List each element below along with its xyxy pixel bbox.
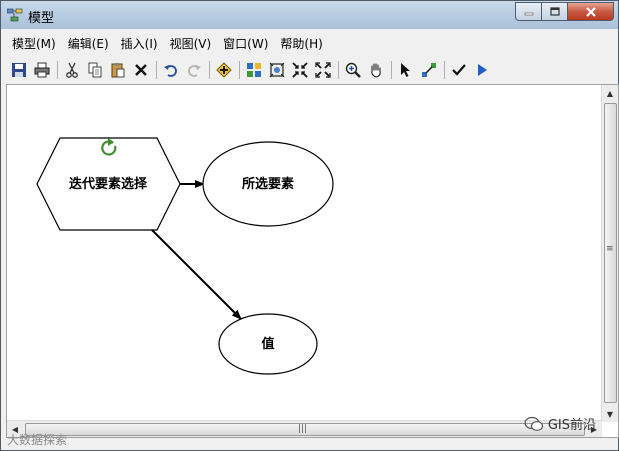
zoom-in-fixed-icon	[292, 62, 308, 78]
run-icon	[478, 64, 487, 76]
value-node[interactable]: 值	[218, 313, 318, 375]
print-button[interactable]	[32, 60, 52, 80]
add-data-button[interactable]	[214, 60, 234, 80]
save-icon	[12, 63, 26, 77]
validate-button[interactable]	[449, 60, 469, 80]
title-bar[interactable]: 模型	[1, 1, 618, 29]
close-button[interactable]	[568, 2, 614, 21]
add-data-icon	[216, 62, 232, 78]
wechat-icon	[524, 416, 543, 431]
vertical-scrollbar[interactable]: ▲ ≡ ▼	[601, 85, 618, 422]
vertical-scroll-thumb[interactable]: ≡	[604, 103, 617, 403]
menu-help[interactable]: 帮助(H)	[274, 33, 328, 55]
zoom-in-button[interactable]	[343, 60, 363, 80]
delete-icon	[135, 64, 147, 76]
menu-model[interactable]: 模型(M)	[6, 33, 62, 55]
iterator-node-label: 迭代要素选择	[69, 176, 148, 192]
value-node-label: 值	[261, 336, 274, 352]
maximize-button[interactable]	[542, 2, 568, 21]
validate-icon	[452, 64, 466, 76]
menu-window[interactable]: 窗口(W)	[217, 33, 274, 55]
full-extent-button[interactable]	[267, 60, 287, 80]
pan-button[interactable]	[366, 60, 386, 80]
toolbar-separator	[444, 61, 445, 79]
print-icon	[34, 62, 50, 78]
toolbar	[9, 59, 495, 81]
corner-watermark: 大数据探索	[7, 433, 68, 447]
zoom-in-icon	[345, 62, 361, 78]
pan-icon	[371, 63, 381, 78]
selected-features-label: 所选要素	[242, 176, 294, 192]
delete-button[interactable]	[131, 60, 151, 80]
model-window: 模型 模型(M) 编辑(E) 插入(I) 视图(V) 窗口(W) 帮助(H) 迭…	[0, 0, 619, 451]
select-icon	[401, 63, 410, 77]
menu-view[interactable]: 视图(V)	[164, 33, 218, 55]
maximize-icon	[549, 7, 560, 16]
redo-icon	[188, 65, 201, 77]
toolbar-separator	[57, 61, 58, 79]
model-app-icon	[7, 8, 23, 22]
cut-button[interactable]	[62, 60, 82, 80]
auto-layout-button[interactable]	[244, 60, 264, 80]
menu-insert[interactable]: 插入(I)	[115, 33, 164, 55]
zoom-out-fixed-button[interactable]	[313, 60, 333, 80]
toolbar-separator	[156, 61, 157, 79]
save-button[interactable]	[9, 60, 29, 80]
horizontal-scrollbar[interactable]: ◀ ||| ▶	[7, 420, 602, 437]
paste-icon	[111, 63, 125, 78]
run-button[interactable]	[472, 60, 492, 80]
thumb-grip-icon: ≡	[606, 244, 614, 254]
full-extent-icon	[269, 62, 285, 78]
undo-icon	[164, 65, 177, 77]
model-canvas[interactable]: 迭代要素选择 所选要素 值 ▲ ≡ ▼ ◀ ||| ▶ GIS前沿	[6, 84, 619, 438]
zoom-out-fixed-icon	[315, 62, 331, 78]
toolbar-separator	[338, 61, 339, 79]
thumb-grip-icon: |||	[298, 424, 308, 434]
redo-button[interactable]	[184, 60, 204, 80]
menu-bar: 模型(M) 编辑(E) 插入(I) 视图(V) 窗口(W) 帮助(H)	[6, 33, 329, 55]
copy-icon	[88, 62, 102, 78]
minimize-button[interactable]	[515, 2, 542, 21]
minimize-icon	[524, 12, 533, 15]
select-button[interactable]	[396, 60, 416, 80]
watermark: GIS前沿	[524, 414, 596, 433]
auto-layout-icon	[247, 63, 261, 77]
connect-icon	[422, 63, 436, 77]
close-icon	[585, 6, 596, 17]
toolbar-separator	[391, 61, 392, 79]
scroll-up-arrow[interactable]: ▲	[602, 85, 618, 101]
model-diagram: 迭代要素选择 所选要素 值	[36, 137, 334, 375]
selected-features-node[interactable]: 所选要素	[202, 141, 334, 227]
undo-button[interactable]	[161, 60, 181, 80]
edge-iterator-to-value[interactable]	[147, 225, 242, 320]
watermark-text: GIS前沿	[547, 418, 596, 433]
iterator-node[interactable]: 迭代要素选择	[36, 137, 181, 231]
zoom-in-fixed-button[interactable]	[290, 60, 310, 80]
scroll-down-arrow[interactable]: ▼	[602, 406, 618, 422]
copy-button[interactable]	[85, 60, 105, 80]
window-controls	[515, 2, 614, 21]
connect-button[interactable]	[419, 60, 439, 80]
toolbar-separator	[239, 61, 240, 79]
paste-button[interactable]	[108, 60, 128, 80]
toolbar-separator	[209, 61, 210, 79]
cut-icon	[66, 62, 78, 78]
menu-edit[interactable]: 编辑(E)	[62, 33, 115, 55]
horizontal-scroll-thumb[interactable]: |||	[25, 423, 585, 436]
window-title: 模型	[28, 11, 55, 26]
